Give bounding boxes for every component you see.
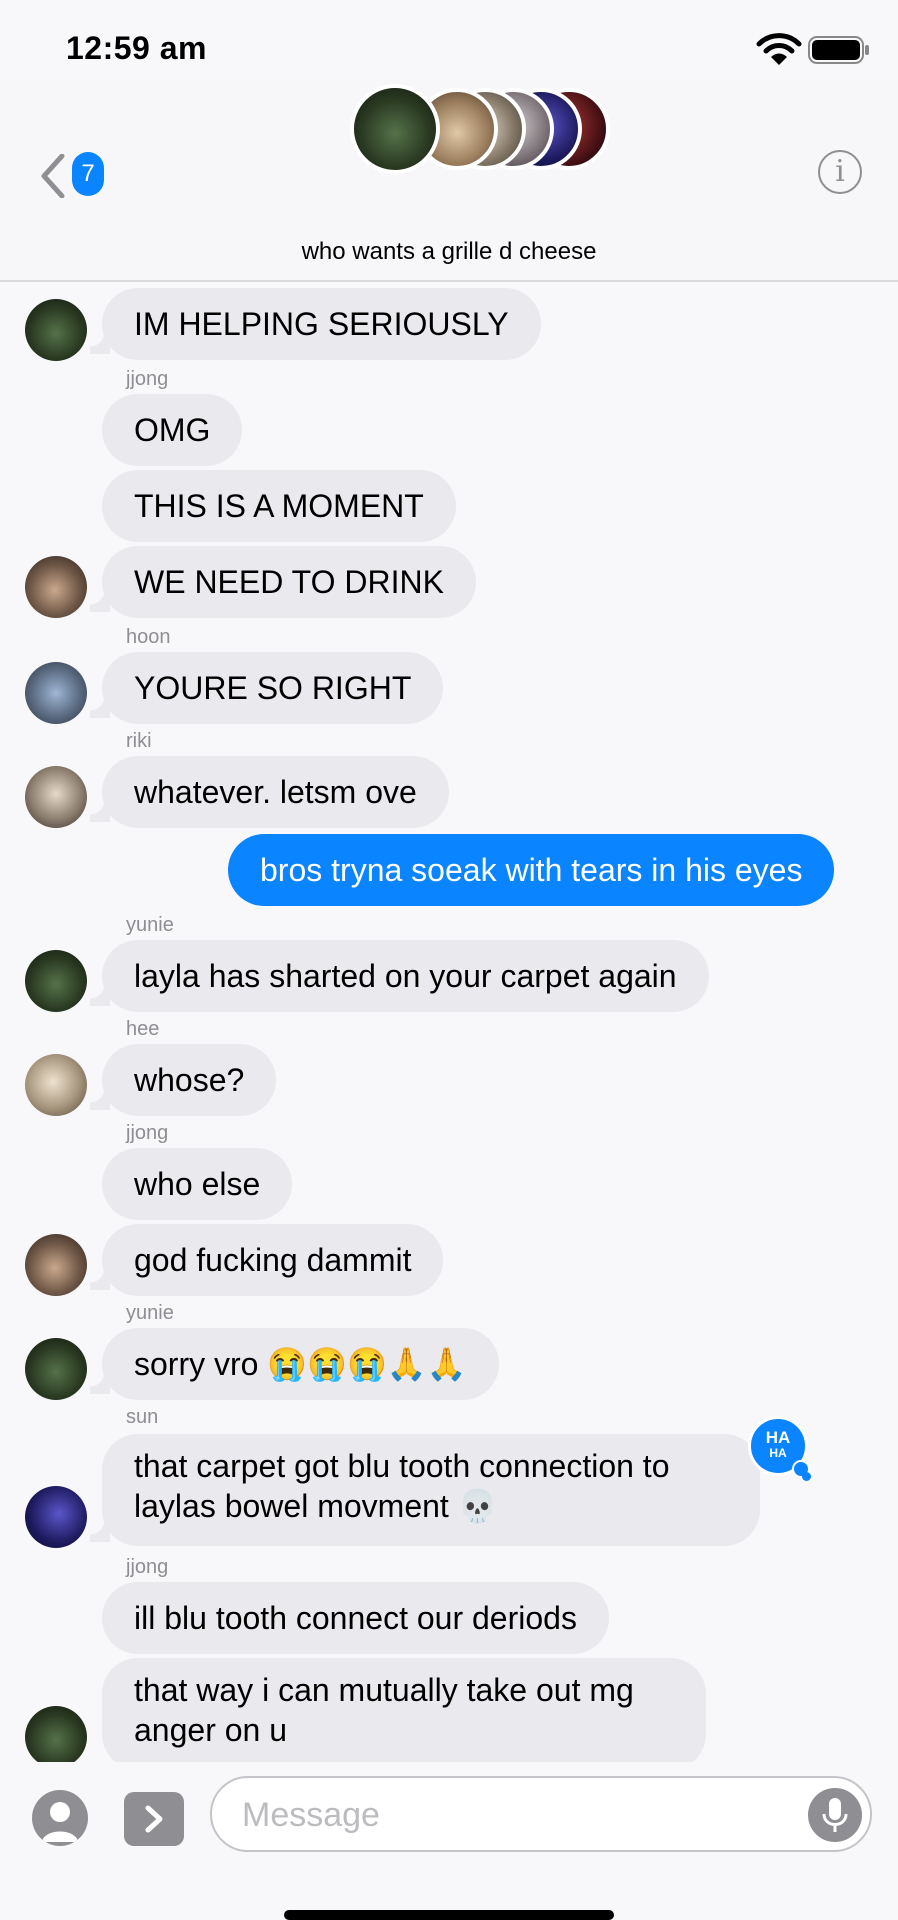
conversation-title[interactable]: who wants a grille d cheese: [0, 238, 898, 266]
sender-name: hoon: [126, 626, 171, 648]
sender-name: jjong: [126, 1556, 169, 1578]
message-bubble[interactable]: god fucking dammit: [102, 1224, 444, 1296]
info-button[interactable]: i: [818, 150, 862, 194]
group-avatar: [350, 84, 440, 174]
sender-name: yunie: [126, 1302, 174, 1324]
message-bubble[interactable]: that carpet got blu tooth connection to …: [102, 1434, 760, 1546]
camera-button[interactable]: [32, 1790, 88, 1846]
avatar[interactable]: [25, 1054, 87, 1116]
unread-count-badge: 7: [72, 152, 104, 196]
avatar[interactable]: [25, 1706, 87, 1762]
sent-message-bubble[interactable]: bros tryna soeak with tears in his eyes: [228, 834, 835, 906]
info-icon: i: [835, 154, 845, 189]
avatar[interactable]: [25, 766, 87, 828]
message-bubble[interactable]: whose?: [102, 1044, 277, 1116]
message-bubble[interactable]: who else: [102, 1148, 293, 1220]
sender-name: jjong: [126, 368, 169, 390]
sender-name: jjong: [126, 1122, 169, 1144]
sender-name: yunie: [126, 914, 174, 936]
back-chevron-icon: [41, 154, 65, 198]
apps-chevron-icon: [145, 1805, 163, 1833]
message-bubble[interactable]: YOURE SO RIGHT: [102, 652, 444, 724]
conversation-header: 7 i who wants a grille d cheese: [0, 80, 898, 282]
compose-bar: [0, 1762, 898, 1920]
message-bubble[interactable]: layla has sharted on your carpet again: [102, 940, 709, 1012]
message-bubble[interactable]: sorry vro 😭😭😭🙏🙏: [102, 1328, 499, 1400]
avatar[interactable]: [25, 556, 87, 618]
camera-icon: [42, 1802, 78, 1842]
home-indicator: [284, 1910, 614, 1920]
avatar[interactable]: [25, 662, 87, 724]
microphone-button[interactable]: [808, 1788, 862, 1842]
message-list[interactable]: IM HELPING SERIOUSLY jjong OMG THIS IS A…: [0, 286, 898, 1762]
avatar[interactable]: [25, 1234, 87, 1296]
sender-name: hee: [126, 1018, 160, 1040]
avatar[interactable]: [25, 1338, 87, 1400]
status-time: 12:59 am: [66, 30, 207, 66]
microphone-icon: [822, 1798, 848, 1832]
message-bubble[interactable]: THIS IS A MOMENT: [102, 470, 456, 542]
group-avatar-stack[interactable]: [350, 84, 610, 178]
reaction-tail-dot: [802, 1472, 811, 1481]
avatar[interactable]: [25, 299, 87, 361]
avatar[interactable]: [25, 1486, 87, 1548]
message-bubble[interactable]: OMG: [102, 394, 243, 466]
message-input[interactable]: [240, 1788, 764, 1842]
message-bubble[interactable]: that way i can mutually take out mg ange…: [102, 1658, 706, 1762]
battery-icon: [808, 36, 869, 64]
message-bubble[interactable]: ill blu tooth connect our deriods: [102, 1582, 609, 1654]
message-bubble[interactable]: WE NEED TO DRINK: [102, 546, 476, 618]
wifi-icon: [756, 33, 802, 65]
sender-name: riki: [126, 730, 152, 752]
apps-button[interactable]: [124, 1792, 184, 1846]
sender-name: sun: [126, 1406, 159, 1428]
avatar[interactable]: [25, 950, 87, 1012]
message-bubble[interactable]: whatever. letsm ove: [102, 756, 449, 828]
back-button[interactable]: 7: [38, 146, 114, 202]
message-field[interactable]: [210, 1776, 872, 1852]
message-bubble[interactable]: IM HELPING SERIOUSLY: [102, 288, 541, 360]
